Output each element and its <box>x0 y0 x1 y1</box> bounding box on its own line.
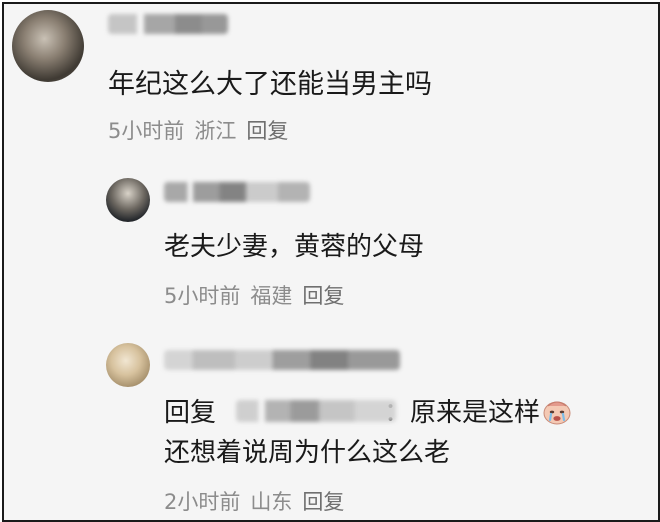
comment-meta: 2小时前 山东 回复 <box>164 486 354 516</box>
avatar[interactable] <box>106 178 150 222</box>
avatar[interactable] <box>12 10 84 82</box>
reply-prefix: 回复 <box>164 398 217 428</box>
comment-location: 浙江 <box>194 119 237 143</box>
username-blurred[interactable] <box>164 350 400 370</box>
comment-time: 5小时前 <box>164 284 241 308</box>
comment-meta: 5小时前 福建 回复 <box>164 280 354 310</box>
reply-target-blur-overlay <box>236 400 396 422</box>
comment-location: 山东 <box>250 490 293 514</box>
comment-text: 年纪这么大了还能当男主吗 <box>108 69 432 100</box>
comment-panel: 年纪这么大了还能当男主吗 5小时前 浙江 回复 老夫少妻，黄蓉的父母 5小时前 福建回… <box>2 2 660 522</box>
comment-text: 原来是这样 <box>410 398 541 428</box>
comment-text-line2: 还想着说周为什么这么老 <box>164 438 451 468</box>
avatar[interactable] <box>106 343 150 387</box>
crying-face-emoji-icon <box>543 401 571 425</box>
username-blurred[interactable] <box>108 14 228 34</box>
comment-location: 福建 <box>250 284 293 308</box>
comment-time: 5小时前 <box>108 119 185 143</box>
comment-meta: 5小时前 浙江 回复 <box>108 115 298 145</box>
reply-button[interactable]: 回复 <box>246 119 288 143</box>
comment-time: 2小时前 <box>164 490 241 514</box>
reply-button[interactable]: 回复 <box>302 284 344 308</box>
reply-button[interactable]: 回复 <box>302 490 344 514</box>
comment-text: 老夫少妻，黄蓉的父母 <box>164 232 425 262</box>
username-blurred[interactable] <box>164 182 310 202</box>
